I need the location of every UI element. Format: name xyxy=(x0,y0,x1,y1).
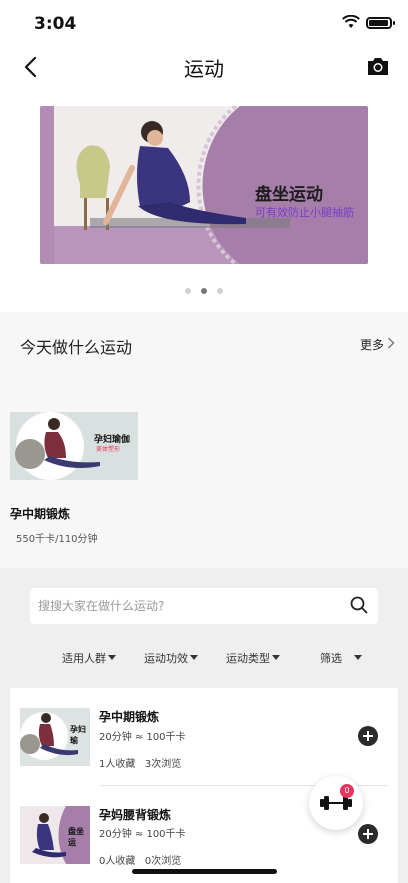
filter-type[interactable]: 运动类型 xyxy=(226,650,280,666)
search-icon[interactable] xyxy=(350,596,368,614)
favorites-count: 0人收藏 xyxy=(99,856,136,867)
filter-screen[interactable]: 筛选 xyxy=(320,650,362,666)
filter-audience-label: 适用人群 xyxy=(62,652,106,665)
wifi-icon xyxy=(342,15,360,28)
carousel-dot[interactable] xyxy=(217,288,223,294)
list-item-thumbnail: 孕妇瑜 xyxy=(20,708,90,766)
banner-carousel[interactable]: 盘坐运动 可有效防止小腿抽筋 xyxy=(40,106,368,264)
battery-icon xyxy=(366,17,395,29)
filter-effect-label: 运动功效 xyxy=(144,652,188,665)
search-input[interactable] xyxy=(38,596,338,616)
list-item-name: 孕妈腰背锻炼 xyxy=(99,808,172,822)
camera-icon[interactable] xyxy=(366,55,390,77)
page-title: 运动 xyxy=(184,57,224,81)
carousel-dot[interactable] xyxy=(185,288,191,294)
banner-section: 盘坐运动 可有效防止小腿抽筋 xyxy=(0,90,408,312)
search-bar[interactable] xyxy=(30,588,378,624)
list-item-stats: 0人收藏 0次浏览 xyxy=(99,852,181,867)
list-item-thumbnail-text: 盘坐运 xyxy=(68,827,84,847)
section-heading: 今天做什么运动 xyxy=(20,338,133,357)
caret-down-icon xyxy=(108,655,116,660)
list-item-thumbnail: 盘坐运 xyxy=(20,806,90,864)
list-item-meta: 20分钟 ≈ 100千卡 xyxy=(99,829,186,840)
filter-audience[interactable]: 适用人群 xyxy=(62,650,116,666)
exercise-fab[interactable]: 0 xyxy=(309,776,363,830)
filter-type-label: 运动类型 xyxy=(226,652,270,665)
status-bar: 3:04 xyxy=(0,0,408,46)
list-item-thumbnail-text: 孕妇瑜 xyxy=(70,725,86,745)
caret-down-icon xyxy=(272,655,280,660)
nav-bar: 运动 xyxy=(0,46,408,90)
recommend-card-title[interactable]: 孕中期锻炼 xyxy=(10,505,70,522)
banner-subtitle: 可有效防止小腿抽筋 xyxy=(255,206,354,219)
banner-title: 盘坐运动 xyxy=(255,185,323,205)
filter-bar: 适用人群 运动功效 运动类型 筛选 xyxy=(0,650,408,668)
caret-down-icon xyxy=(190,655,198,660)
recommend-card-meta: 550千卡/110分钟 xyxy=(16,534,98,545)
fab-badge: 0 xyxy=(340,784,354,798)
filter-screen-label: 筛选 xyxy=(320,652,342,665)
add-button[interactable] xyxy=(358,726,378,746)
add-button[interactable] xyxy=(358,824,378,844)
card-image-subtext: 美体塑形 xyxy=(96,446,121,453)
status-time: 3:04 xyxy=(34,14,77,34)
more-link[interactable]: 更多 xyxy=(360,336,384,353)
home-indicator xyxy=(132,869,277,874)
today-section: 今天做什么运动 更多 孕妇瑜伽 美体塑形 孕中期锻炼 550千卡/110分钟 xyxy=(0,312,408,568)
views-count: 0次浏览 xyxy=(144,856,182,867)
chevron-right-icon[interactable] xyxy=(387,337,395,349)
list-item-meta: 20分钟 ≈ 100千卡 xyxy=(99,732,186,743)
list-item-name: 孕中期锻炼 xyxy=(99,710,160,724)
carousel-dots xyxy=(0,288,408,294)
list-item[interactable]: 孕妇瑜 孕中期锻炼 20分钟 ≈ 100千卡 1人收藏 3次浏览 xyxy=(10,688,398,783)
filter-effect[interactable]: 运动功效 xyxy=(144,650,198,666)
recommend-card-image[interactable]: 孕妇瑜伽 美体塑形 xyxy=(10,412,138,480)
views-count: 3次浏览 xyxy=(144,759,182,770)
caret-down-icon xyxy=(354,655,362,660)
favorites-count: 1人收藏 xyxy=(99,759,136,770)
carousel-dot-active[interactable] xyxy=(201,288,207,294)
list-item-stats: 1人收藏 3次浏览 xyxy=(99,755,181,770)
